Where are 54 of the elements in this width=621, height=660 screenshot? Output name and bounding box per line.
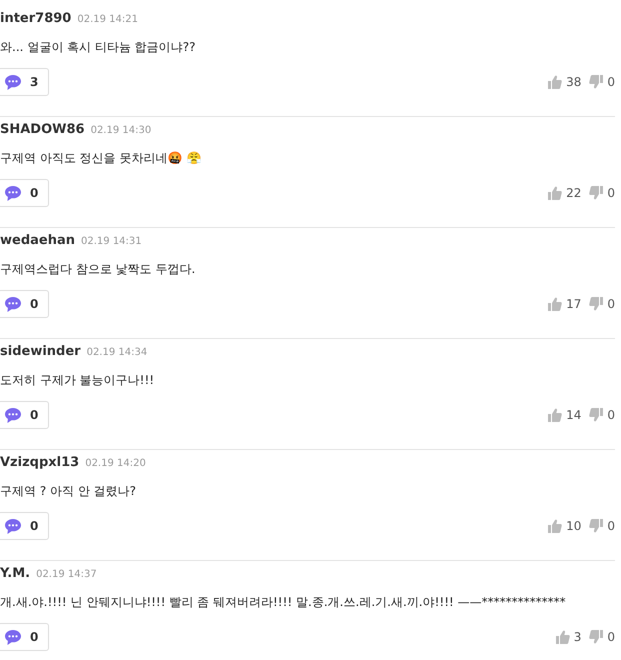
dislike-button[interactable]: 0	[589, 186, 615, 200]
reply-button[interactable]: 0	[0, 290, 50, 318]
comment-text: 구제역스럽다 참으로 낯짝도 두껍다.	[0, 261, 196, 278]
thumbs-up-icon	[548, 297, 562, 311]
comment-author: SHADOW86	[0, 122, 85, 137]
dislike-button[interactable]: 0	[589, 75, 615, 89]
like-button[interactable]: 17	[548, 297, 582, 311]
thumbs-down-icon	[589, 297, 604, 311]
speech-bubble-icon	[4, 628, 22, 646]
comment-time: 02.19 14:30	[90, 125, 152, 136]
thumbs-up-icon	[556, 630, 570, 644]
comment-time: 02.19 14:31	[81, 236, 142, 247]
thumbs-down-icon	[589, 408, 604, 422]
reply-button[interactable]: 0	[0, 512, 50, 540]
comment-time: 02.19 14:21	[77, 14, 138, 25]
dislike-button[interactable]: 0	[589, 519, 615, 533]
thumbs-down-icon	[589, 75, 604, 89]
comment-time: 02.19 14:37	[36, 569, 97, 580]
speech-bubble-icon	[4, 406, 22, 424]
dislike-button[interactable]: 0	[589, 408, 615, 422]
comment-time: 02.19 14:34	[86, 347, 148, 358]
comment-author: sidewinder	[0, 344, 81, 359]
thumbs-down-icon	[589, 519, 604, 533]
comment-author: wedaehan	[0, 233, 76, 248]
like-button[interactable]: 14	[548, 408, 582, 422]
speech-bubble-icon	[4, 296, 22, 312]
thumbs-down-icon	[589, 630, 604, 644]
speech-bubble-icon	[4, 74, 22, 90]
like-button[interactable]: 22	[548, 186, 582, 200]
thumbs-up-icon	[548, 186, 562, 200]
comment-text: 도저히 구제가 불능이구나!!!	[0, 372, 156, 389]
like-button[interactable]: 3	[556, 630, 582, 644]
thumbs-up-icon	[548, 519, 562, 533]
thumbs-up-icon	[548, 408, 562, 422]
dislike-button[interactable]: 0	[589, 297, 615, 311]
thumbs-down-icon	[589, 186, 604, 200]
speech-bubble-icon	[4, 518, 22, 534]
speech-bubble-icon	[4, 184, 22, 202]
reply-button[interactable]: 0	[0, 401, 50, 429]
like-button[interactable]: 10	[548, 519, 582, 533]
dislike-button[interactable]: 0	[589, 630, 615, 644]
comment-time: 02.19 14:20	[85, 458, 146, 469]
comment-text: 개.새.야.!!!! 닌 안뒈지니냐!!!! 빨리 좀 뒈져버려라!!!! 말.종.개.쓰.레.기.새.끼.야!!!! ——**************	[0, 594, 567, 611]
comment-author: inter7890	[0, 11, 72, 26]
reply-button[interactable]: 3	[0, 68, 50, 96]
like-button[interactable]: 38	[548, 75, 582, 89]
reply-button[interactable]: 0	[0, 623, 50, 651]
comment-text: 구제역 ? 아직 안 걸렸나?	[0, 483, 137, 500]
reply-button[interactable]: 0	[0, 179, 50, 207]
comment-text: 구제역 아직도 정신을 못차리네🤬 😤	[0, 150, 202, 167]
thumbs-up-icon	[548, 75, 562, 89]
comment-author: Vzizqpxl13	[0, 455, 80, 470]
comment-text: 와... 얼굴이 혹시 티타늄 합금이냐??	[0, 39, 196, 56]
comment-author: Y.M.	[0, 566, 30, 581]
